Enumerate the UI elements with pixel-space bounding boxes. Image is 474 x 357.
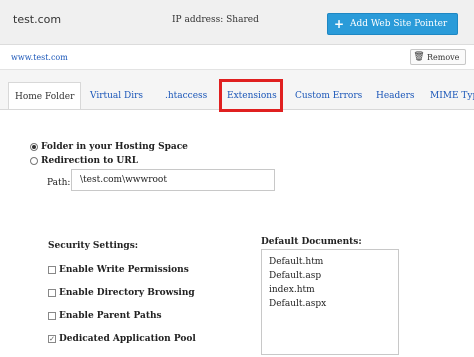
radio-selected[interactable] — [30, 143, 38, 151]
folder-option[interactable]: Folder in your Hosting Space — [30, 142, 188, 152]
default-document-item: index.htm — [269, 285, 315, 295]
write-permissions-label: Enable Write Permissions — [59, 265, 189, 275]
tab-home-folder[interactable]: Home Folder — [8, 82, 82, 109]
directory-browsing-label: Enable Directory Browsing — [59, 288, 195, 298]
trash-icon: 🗑 — [413, 52, 425, 62]
tab-htaccess[interactable]: .htaccess — [165, 91, 207, 101]
site-header: test.com IP address: Shared + Add Web Si… — [0, 0, 474, 45]
checkbox[interactable] — [48, 289, 56, 297]
dedicated-app-pool-label: Dedicated Application Pool — [59, 334, 196, 344]
add-web-site-pointer-button[interactable]: + Add Web Site Pointer — [327, 13, 458, 35]
checkbox[interactable] — [48, 266, 56, 274]
redirect-option[interactable]: Redirection to URL — [30, 156, 138, 166]
directory-browsing-checkbox[interactable]: Enable Directory Browsing — [48, 288, 195, 298]
site-url-link[interactable]: www.test.com — [11, 53, 68, 62]
ip-address-label: IP address: Shared — [172, 15, 259, 25]
security-settings-title: Security Settings: — [48, 241, 139, 251]
tab-mime-types[interactable]: MIME Types — [430, 91, 474, 101]
default-document-item: Default.asp — [269, 271, 322, 281]
default-document-item: Default.aspx — [269, 299, 327, 309]
path-label: Path: — [47, 178, 71, 188]
plus-icon: + — [333, 17, 345, 31]
folder-option-label: Folder in your Hosting Space — [41, 142, 188, 152]
tab-virtual-dirs[interactable]: Virtual Dirs — [90, 91, 143, 101]
url-bar: www.test.com 🗑 Remove — [0, 45, 474, 70]
path-input[interactable]: \test.com\wwwroot — [71, 169, 275, 191]
remove-label: Remove — [427, 52, 460, 62]
add-web-site-pointer-label: Add Web Site Pointer — [350, 19, 448, 29]
parent-paths-label: Enable Parent Paths — [59, 311, 162, 321]
default-documents-title: Default Documents: — [261, 237, 362, 247]
dedicated-app-pool-checkbox[interactable]: ✓ Dedicated Application Pool — [48, 334, 196, 344]
tab-custom-errors[interactable]: Custom Errors — [295, 91, 362, 101]
checkbox[interactable] — [48, 312, 56, 320]
remove-button[interactable]: 🗑 Remove — [410, 49, 466, 65]
write-permissions-checkbox[interactable]: Enable Write Permissions — [48, 265, 189, 275]
radio-unselected[interactable] — [30, 157, 38, 165]
default-document-item: Default.htm — [269, 257, 324, 267]
site-name: test.com — [13, 13, 62, 26]
checkbox-checked[interactable]: ✓ — [48, 335, 56, 343]
default-documents-textarea[interactable]: Default.htm Default.asp index.htm Defaul… — [261, 249, 399, 355]
parent-paths-checkbox[interactable]: Enable Parent Paths — [48, 311, 162, 321]
redirect-option-label: Redirection to URL — [41, 156, 139, 166]
extensions-tab-highlight — [219, 79, 283, 112]
tab-headers[interactable]: Headers — [376, 91, 415, 101]
